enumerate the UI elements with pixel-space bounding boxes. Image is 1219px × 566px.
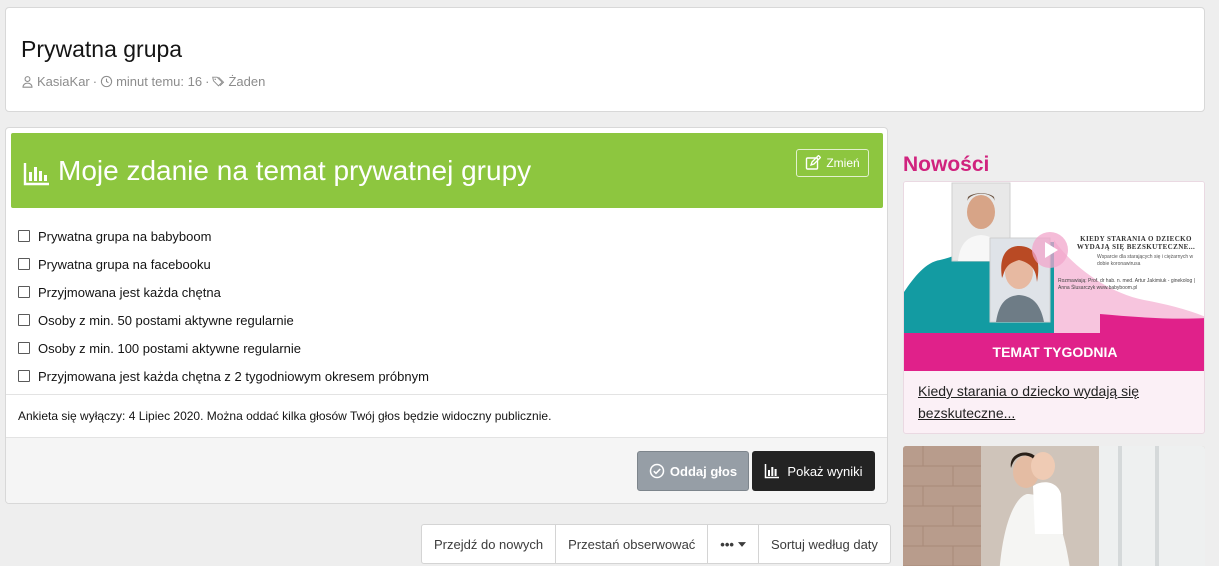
- poll-option-label: Osoby z min. 50 postami aktywne regularn…: [38, 312, 294, 328]
- show-results-button[interactable]: Pokaż wyniki: [752, 451, 875, 491]
- vote-label: Oddaj głos: [669, 463, 738, 479]
- mother-child-photo: [903, 446, 1205, 566]
- go-to-new-button[interactable]: Przejdź do nowych: [422, 525, 557, 563]
- poll-block: Moje zdanie na temat prywatnej grupy Zmi…: [5, 127, 888, 504]
- show-results-label: Pokaż wyniki: [787, 463, 863, 479]
- poll-option-label: Prywatna grupa na babyboom: [38, 228, 212, 244]
- news-image-guests: Rozmawiają: Prof. dr hab. n. med. Artur …: [1058, 278, 1195, 291]
- bar-chart-icon: [765, 464, 780, 479]
- poll-option-checkbox[interactable]: [18, 370, 30, 382]
- caret-down-icon: [737, 541, 746, 547]
- thread-meta: KasiaKar · minut temu: 16 · Żaden: [21, 74, 265, 89]
- more-options-label: •••: [720, 536, 734, 552]
- check-circle-icon: [649, 463, 665, 479]
- thread-tags: Żaden: [228, 74, 266, 89]
- sort-by-date-button[interactable]: Sortuj według daty: [759, 525, 890, 563]
- poll-option-label: Przyjmowana jest każda chętna z 2 tygodn…: [38, 368, 429, 384]
- news-banner: TEMAT TYGODNIA: [904, 333, 1204, 371]
- clock-icon: [100, 75, 113, 88]
- separator: ·: [92, 74, 98, 89]
- bar-chart-icon: [23, 163, 49, 186]
- separator: ·: [205, 74, 210, 89]
- vote-button[interactable]: Oddaj głos: [637, 451, 749, 491]
- poll-option[interactable]: Osoby z min. 50 postami aktywne regularn…: [18, 306, 429, 334]
- poll-footer: Oddaj głos Pokaż wyniki: [6, 438, 887, 503]
- poll-header: Moje zdanie na temat prywatnej grupy Zmi…: [11, 133, 883, 208]
- news-card[interactable]: KIEDY STARANIA O DZIECKO WYDAJĄ SIĘ BEZS…: [903, 181, 1205, 434]
- user-icon: [22, 76, 33, 88]
- poll-option-checkbox[interactable]: [18, 286, 30, 298]
- poll-option-checkbox[interactable]: [18, 342, 30, 354]
- news-image-title: KIEDY STARANIA O DZIECKO WYDAJĄ SIĘ BEZS…: [1076, 235, 1196, 251]
- thread-time[interactable]: minut temu: 16: [116, 74, 202, 89]
- poll-option-checkbox[interactable]: [18, 314, 30, 326]
- unwatch-button[interactable]: Przestań obserwować: [556, 525, 709, 563]
- thread-header: Prywatna grupa KasiaKar · minut temu: 16…: [5, 7, 1205, 112]
- poll-edit-label: Zmień: [826, 156, 860, 170]
- poll-title: Moje zdanie na temat prywatnej grupy: [58, 155, 532, 186]
- page-title: Prywatna grupa: [21, 36, 183, 62]
- news-image-subtitle: Wsparcie dla starających się i ciężarnyc…: [1097, 254, 1194, 267]
- news-photo[interactable]: [903, 446, 1205, 566]
- news-thumbnail[interactable]: KIEDY STARANIA O DZIECKO WYDAJĄ SIĘ BEZS…: [904, 182, 1204, 333]
- poll-note: Ankieta się wyłączy: 4 Lipiec 2020. Możn…: [6, 394, 887, 438]
- poll-option-label: Osoby z min. 100 postami aktywne regular…: [38, 340, 302, 356]
- poll-option[interactable]: Przyjmowana jest każda chętna z 2 tygodn…: [18, 362, 429, 390]
- poll-option-checkbox[interactable]: [18, 258, 30, 270]
- poll-option[interactable]: Prywatna grupa na facebooku: [18, 250, 429, 278]
- poll-options: Prywatna grupa na babyboom Prywatna grup…: [18, 222, 429, 390]
- news-link[interactable]: Kiedy starania o dziecko wydają się bezs…: [918, 380, 1198, 424]
- poll-edit-button[interactable]: Zmień: [796, 149, 869, 177]
- more-options-button[interactable]: •••: [708, 525, 759, 563]
- poll-option-checkbox[interactable]: [18, 230, 30, 242]
- edit-icon: [806, 155, 822, 170]
- poll-option[interactable]: Osoby z min. 100 postami aktywne regular…: [18, 334, 429, 362]
- poll-option[interactable]: Prywatna grupa na babyboom: [18, 222, 429, 250]
- sidebar-title: Nowości: [903, 153, 990, 176]
- tags-icon: [212, 76, 225, 87]
- poll-option[interactable]: Przyjmowana jest każda chętna: [18, 278, 429, 306]
- thread-action-bar: Przejdź do nowych Przestań obserwować ••…: [421, 524, 891, 564]
- thread-author[interactable]: KasiaKar: [37, 74, 90, 89]
- poll-option-label: Prywatna grupa na facebooku: [38, 256, 211, 272]
- poll-option-label: Przyjmowana jest każda chętna: [38, 284, 221, 300]
